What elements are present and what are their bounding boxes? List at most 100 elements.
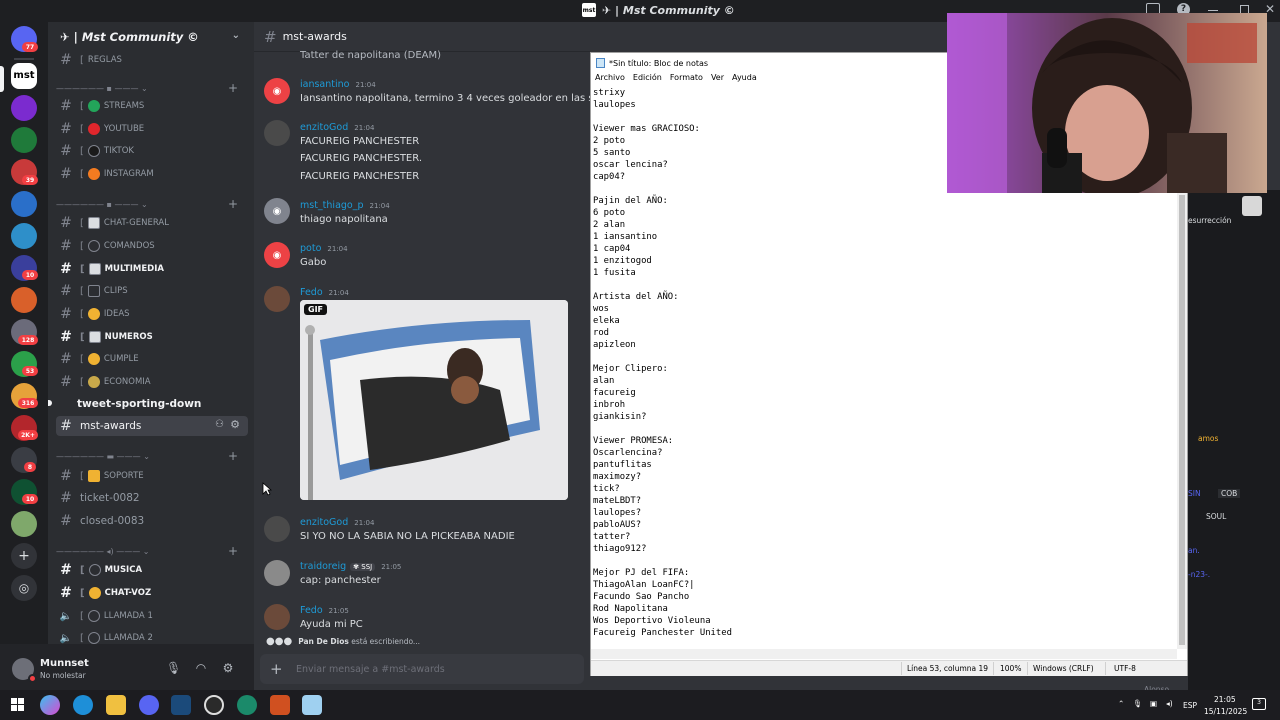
channel-economia[interactable]: # [ ECONOMIA xyxy=(56,372,248,392)
category-header[interactable]: —————— ◂) ——— ⌄ + xyxy=(56,543,248,559)
avatar[interactable]: ◉ xyxy=(264,78,290,104)
discord-icon[interactable] xyxy=(139,695,159,715)
menu-edicion[interactable]: Edición xyxy=(633,73,662,87)
channel-multimedia[interactable]: # [ MULTIMEDIA xyxy=(56,259,248,279)
author-name[interactable]: enzitoGod xyxy=(300,122,348,133)
category-header[interactable]: —————— ▪ ——— ⌄ + xyxy=(56,80,248,96)
channel-streams[interactable]: # [ STREAMS xyxy=(56,96,248,116)
avatar[interactable] xyxy=(264,120,290,146)
clock-date[interactable]: 15/11/2025 xyxy=(1204,707,1247,716)
channel-tweet-sporting-down[interactable]: tweet-sporting-down xyxy=(56,394,248,414)
mic-tray-icon[interactable]: 🎙 xyxy=(1133,699,1143,708)
message-author[interactable]: Fedo 21:05 xyxy=(300,605,349,616)
channel-chat-voz[interactable]: # [ CHAT-VOZ xyxy=(56,583,248,603)
avatar[interactable] xyxy=(264,286,290,312)
obs-icon[interactable] xyxy=(204,695,224,715)
author-name[interactable]: poto xyxy=(300,243,321,254)
edge-icon[interactable] xyxy=(73,695,93,715)
category-header[interactable]: —————— ▪ ——— ⌄ + xyxy=(56,196,248,212)
server-icon-8[interactable] xyxy=(11,287,37,313)
author-name[interactable]: enzitoGod xyxy=(300,517,348,528)
add-channel-icon[interactable]: + xyxy=(228,197,238,211)
avatar[interactable] xyxy=(264,560,290,586)
menu-ayuda[interactable]: Ayuda xyxy=(732,73,757,87)
scrollbar-thumb[interactable] xyxy=(1179,195,1185,645)
message-author[interactable]: traidoreig ✾ SSJ 21:05 xyxy=(300,561,401,572)
server-icon-5[interactable] xyxy=(11,191,37,217)
microphone-icon[interactable]: 🎙 xyxy=(166,661,181,675)
menu-archivo[interactable]: Archivo xyxy=(595,73,625,87)
message-author[interactable]: poto 21:04 xyxy=(300,243,348,254)
author-name[interactable]: Fedo xyxy=(300,605,323,616)
channel-reglas[interactable]: # [ REGLAS xyxy=(56,50,248,70)
discover-icon[interactable]: ◎ xyxy=(11,575,37,601)
minimize-icon[interactable] xyxy=(1208,10,1218,11)
channel-tiktok[interactable]: # [ TIKTOK xyxy=(56,141,248,161)
channel-comandos[interactable]: # [ COMANDOS xyxy=(56,236,248,256)
horizontal-scrollbar[interactable] xyxy=(591,649,1177,659)
add-member-icon[interactable]: ⚇ xyxy=(215,419,224,430)
menu-formato[interactable]: Formato xyxy=(670,73,703,87)
server-header[interactable]: ✈ | Mst Community © ⌄ xyxy=(48,22,254,52)
author-name[interactable]: iansantino xyxy=(300,79,349,90)
volume-icon[interactable]: ◂) xyxy=(1166,699,1173,708)
message-author[interactable]: enzitoGod 21:04 xyxy=(300,517,374,528)
channel-llamada-1[interactable]: 🔈 [ LLAMADA 1 xyxy=(56,606,248,626)
channel-chat-general[interactable]: # [ CHAT-GENERAL xyxy=(56,213,248,233)
app-icon[interactable] xyxy=(237,695,257,715)
clock-time[interactable]: 21:05 xyxy=(1214,695,1236,704)
add-channel-icon[interactable]: + xyxy=(228,81,238,95)
server-mst[interactable]: mst xyxy=(11,63,37,89)
author-name[interactable]: traidoreig xyxy=(300,561,346,572)
avatar[interactable]: ◉ xyxy=(264,198,290,224)
channel-ideas[interactable]: # [ IDEAS xyxy=(56,304,248,324)
add-attachment-icon[interactable]: + xyxy=(270,660,283,678)
app-icon-active[interactable] xyxy=(270,695,290,715)
channel-closed-0083[interactable]: # closed-0083 xyxy=(56,511,248,531)
headphones-icon[interactable]: ◠ xyxy=(194,661,208,675)
channel-instagram[interactable]: # [ INSTAGRAM xyxy=(56,164,248,184)
server-icon-15[interactable] xyxy=(11,511,37,537)
author-name[interactable]: Fedo xyxy=(300,287,323,298)
settings-icon[interactable]: ⚙ xyxy=(230,418,240,431)
avatar[interactable] xyxy=(264,516,290,542)
chevron-up-icon[interactable]: ⌃ xyxy=(1118,699,1124,708)
tray-icon[interactable]: ▣ xyxy=(1150,699,1157,708)
language-indicator[interactable]: ESP xyxy=(1183,701,1197,710)
username[interactable]: Munnset xyxy=(40,658,89,669)
category-header[interactable]: —————— ▬ ——— ⌄ + xyxy=(56,448,248,464)
message-time: 21:05 xyxy=(381,563,402,571)
menu-ver[interactable]: Ver xyxy=(711,73,724,87)
file-explorer-icon[interactable] xyxy=(106,695,126,715)
channel-musica[interactable]: # [ MUSICA xyxy=(56,560,248,580)
add-channel-icon[interactable]: + xyxy=(228,449,238,463)
add-server-icon[interactable]: + xyxy=(11,543,37,569)
windows-start-icon[interactable] xyxy=(8,695,28,715)
settings-icon[interactable]: ⚙ xyxy=(221,661,235,675)
server-icon-3[interactable] xyxy=(11,127,37,153)
gif-attachment[interactable]: GIF xyxy=(300,300,568,500)
steam-icon[interactable] xyxy=(171,695,191,715)
avatar[interactable] xyxy=(264,604,290,630)
avatar[interactable]: ◉ xyxy=(264,242,290,268)
message-author[interactable]: enzitoGod 21:04 xyxy=(300,122,374,133)
message-input[interactable]: + Enviar mensaje a #mst-awards xyxy=(260,654,584,684)
channel-cumple[interactable]: # [ CUMPLE xyxy=(56,349,248,369)
channel-ticket-0082[interactable]: # ticket-0082 xyxy=(56,488,248,508)
message-author[interactable]: Fedo 21:04 xyxy=(300,287,349,298)
message-author[interactable]: iansantino 21:04 xyxy=(300,79,376,90)
channel-soporte[interactable]: # [ SOPORTE xyxy=(56,466,248,486)
add-channel-icon[interactable]: + xyxy=(228,544,238,558)
notepad-taskbar-icon[interactable] xyxy=(302,695,322,715)
notification-icon[interactable]: 3 xyxy=(1252,698,1266,710)
channel-mst-awards[interactable]: # mst-awards ⚇ ⚙ xyxy=(56,416,248,436)
message-author[interactable]: mst_thiago_p 21:04 xyxy=(300,200,390,211)
copilot-icon[interactable] xyxy=(40,695,60,715)
server-icon-6[interactable] xyxy=(11,223,37,249)
author-name[interactable]: mst_thiago_p xyxy=(300,200,364,211)
server-icon-2[interactable] xyxy=(11,95,37,121)
channel-youtube[interactable]: # [ YOUTUBE xyxy=(56,119,248,139)
channel-llamada-2[interactable]: 🔈 [ LLAMADA 2 xyxy=(56,628,248,644)
channel-clips[interactable]: # [ CLIPS xyxy=(56,281,248,301)
channel-numeros[interactable]: # [ NUMEROS xyxy=(56,327,248,347)
